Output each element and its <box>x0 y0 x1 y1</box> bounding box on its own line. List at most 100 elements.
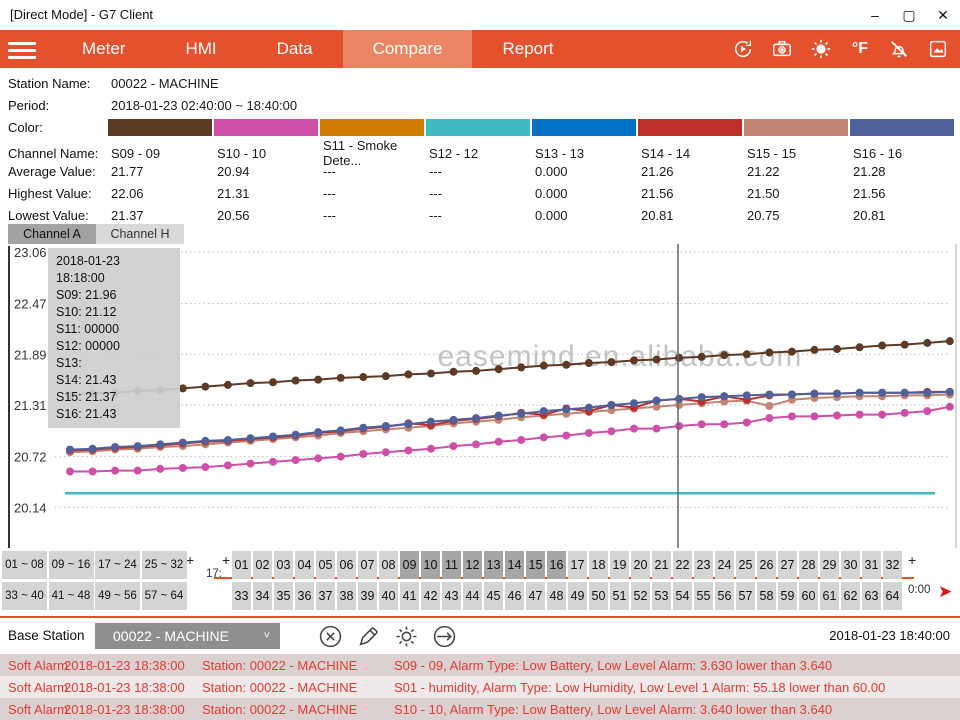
brightness-icon[interactable] <box>809 37 833 61</box>
next-page-arrow[interactable]: ➤ <box>938 582 952 602</box>
settings-gear-icon[interactable] <box>392 622 420 650</box>
time-cell-53[interactable]: 53 <box>652 582 671 610</box>
alarm-row-3[interactable]: Soft Alarm2018-01-23 18:38:00Station: 00… <box>0 698 960 720</box>
minimize-button[interactable]: – <box>858 0 892 30</box>
time-cell-27[interactable]: 27 <box>778 551 797 579</box>
time-cell-16[interactable]: 16 <box>547 551 566 579</box>
time-cell-35[interactable]: 35 <box>274 582 293 610</box>
group-button-09~16[interactable]: 09 ~ 16 <box>49 551 94 579</box>
time-cell-57[interactable]: 57 <box>736 582 755 610</box>
group-button-01~08[interactable]: 01 ~ 08 <box>2 551 47 579</box>
go-arrow-circle-icon[interactable] <box>430 622 458 650</box>
time-cell-40[interactable]: 40 <box>379 582 398 610</box>
trend-chart[interactable]: easemind.en.alibaba.com 23.0622.4721.892… <box>0 244 958 548</box>
group-button-41~48[interactable]: 41 ~ 48 <box>49 582 94 610</box>
time-cell-09[interactable]: 09 <box>400 551 419 579</box>
time-cell-50[interactable]: 50 <box>589 582 608 610</box>
time-cell-15[interactable]: 15 <box>526 551 545 579</box>
time-cell-58[interactable]: 58 <box>757 582 776 610</box>
zoom-plus-left-outer[interactable]: + <box>186 552 194 568</box>
menu-tab-compare[interactable]: Compare <box>343 30 473 68</box>
time-cell-34[interactable]: 34 <box>253 582 272 610</box>
time-cell-44[interactable]: 44 <box>463 582 482 610</box>
time-cell-14[interactable]: 14 <box>505 551 524 579</box>
time-cell-64[interactable]: 64 <box>883 582 902 610</box>
hamburger-menu-icon[interactable] <box>8 38 36 60</box>
time-cell-12[interactable]: 12 <box>463 551 482 579</box>
time-cell-49[interactable]: 49 <box>568 582 587 610</box>
close-button[interactable]: ✕ <box>926 0 960 30</box>
time-cell-06[interactable]: 06 <box>337 551 356 579</box>
base-station-dropdown[interactable]: 00022 - MACHINE ˅ <box>95 623 280 649</box>
time-cell-56[interactable]: 56 <box>715 582 734 610</box>
time-cell-42[interactable]: 42 <box>421 582 440 610</box>
time-cell-33[interactable]: 33 <box>232 582 251 610</box>
time-cell-47[interactable]: 47 <box>526 582 545 610</box>
time-cell-29[interactable]: 29 <box>820 551 839 579</box>
time-cell-45[interactable]: 45 <box>484 582 503 610</box>
time-cell-52[interactable]: 52 <box>631 582 650 610</box>
time-cell-01[interactable]: 01 <box>232 551 251 579</box>
time-cell-03[interactable]: 03 <box>274 551 293 579</box>
menu-tab-meter[interactable]: Meter <box>52 30 155 68</box>
time-cell-24[interactable]: 24 <box>715 551 734 579</box>
alarm-row-1[interactable]: Soft Alarm2018-01-23 18:38:00Station: 00… <box>0 654 960 676</box>
time-cell-02[interactable]: 02 <box>253 551 272 579</box>
time-cell-23[interactable]: 23 <box>694 551 713 579</box>
time-cell-13[interactable]: 13 <box>484 551 503 579</box>
time-cell-22[interactable]: 22 <box>673 551 692 579</box>
gallery-icon[interactable] <box>926 37 950 61</box>
time-cell-07[interactable]: 07 <box>358 551 377 579</box>
group-button-17~24[interactable]: 17 ~ 24 <box>95 551 140 579</box>
mute-bell-icon[interactable] <box>887 37 911 61</box>
time-cell-25[interactable]: 25 <box>736 551 755 579</box>
time-cell-05[interactable]: 05 <box>316 551 335 579</box>
zoom-plus-left-inner[interactable]: + <box>222 552 230 568</box>
cancel-circle-icon[interactable] <box>316 622 344 650</box>
camera-icon[interactable] <box>770 37 794 61</box>
time-cell-04[interactable]: 04 <box>295 551 314 579</box>
group-button-57~64[interactable]: 57 ~ 64 <box>142 582 187 610</box>
time-cell-18[interactable]: 18 <box>589 551 608 579</box>
time-cell-60[interactable]: 60 <box>799 582 818 610</box>
alarm-row-2[interactable]: Soft Alarm2018-01-23 18:38:00Station: 00… <box>0 676 960 698</box>
menu-tab-hmi[interactable]: HMI <box>155 30 246 68</box>
time-cell-26[interactable]: 26 <box>757 551 776 579</box>
time-cell-63[interactable]: 63 <box>862 582 881 610</box>
time-cell-48[interactable]: 48 <box>547 582 566 610</box>
time-cell-55[interactable]: 55 <box>694 582 713 610</box>
zoom-plus-right[interactable]: + <box>908 552 916 568</box>
group-button-33~40[interactable]: 33 ~ 40 <box>2 582 47 610</box>
sync-icon[interactable] <box>731 37 755 61</box>
time-cell-17[interactable]: 17 <box>568 551 587 579</box>
time-cell-59[interactable]: 59 <box>778 582 797 610</box>
tab-channel-a[interactable]: Channel A <box>8 224 96 244</box>
time-cell-54[interactable]: 54 <box>673 582 692 610</box>
time-cell-41[interactable]: 41 <box>400 582 419 610</box>
time-cell-36[interactable]: 36 <box>295 582 314 610</box>
maximize-button[interactable]: ▢ <box>892 0 926 30</box>
menu-tab-data[interactable]: Data <box>247 30 343 68</box>
time-cell-61[interactable]: 61 <box>820 582 839 610</box>
time-cell-38[interactable]: 38 <box>337 582 356 610</box>
time-cell-08[interactable]: 08 <box>379 551 398 579</box>
time-cell-51[interactable]: 51 <box>610 582 629 610</box>
edit-pencil-icon[interactable] <box>354 622 382 650</box>
time-cell-21[interactable]: 21 <box>652 551 671 579</box>
time-cell-39[interactable]: 39 <box>358 582 377 610</box>
tab-channel-h[interactable]: Channel H <box>96 224 184 244</box>
time-cell-37[interactable]: 37 <box>316 582 335 610</box>
time-cell-31[interactable]: 31 <box>862 551 881 579</box>
group-button-25~32[interactable]: 25 ~ 32 <box>142 551 187 579</box>
time-cell-10[interactable]: 10 <box>421 551 440 579</box>
time-cell-19[interactable]: 19 <box>610 551 629 579</box>
menu-tab-report[interactable]: Report <box>472 30 583 68</box>
time-cell-46[interactable]: 46 <box>505 582 524 610</box>
group-button-49~56[interactable]: 49 ~ 56 <box>95 582 140 610</box>
time-cell-20[interactable]: 20 <box>631 551 650 579</box>
fahrenheit-icon[interactable]: °F <box>848 37 872 61</box>
time-cell-30[interactable]: 30 <box>841 551 860 579</box>
time-cell-62[interactable]: 62 <box>841 582 860 610</box>
time-cell-43[interactable]: 43 <box>442 582 461 610</box>
time-cell-28[interactable]: 28 <box>799 551 818 579</box>
